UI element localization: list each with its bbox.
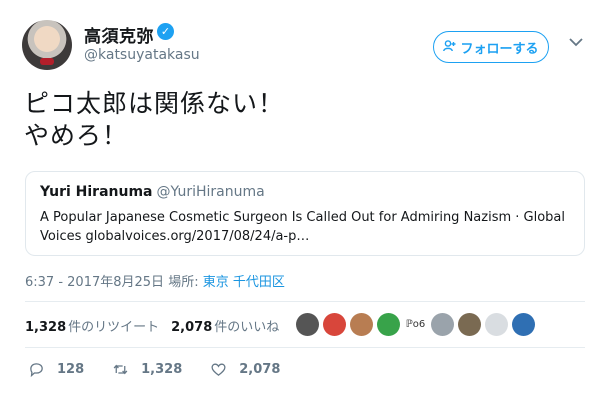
reply-count: 128: [57, 362, 85, 377]
like-count: 2,078: [239, 362, 281, 377]
reply-button[interactable]: 128: [28, 361, 84, 378]
liker-avatar[interactable]: ℙo6: [404, 313, 427, 336]
location-link[interactable]: 東京 千代田区: [203, 275, 285, 290]
tweet-timestamp[interactable]: 6:37 - 2017年8月25日: [25, 275, 164, 290]
liker-avatars: ℙo6: [296, 313, 535, 336]
liker-avatar[interactable]: [323, 313, 346, 336]
retweet-count: 1,328: [141, 362, 183, 377]
liker-avatar[interactable]: [296, 313, 319, 336]
likes-stat-count: 2,078: [171, 320, 213, 335]
likes-stat-label: 件のいいね: [214, 320, 280, 335]
heart-icon: [211, 363, 226, 376]
quoted-tweet-text: A Popular Japanese Cosmetic Surgeon Is C…: [40, 210, 565, 244]
retweets-stat[interactable]: 1,328 件のリツイート: [25, 316, 159, 335]
retweet-icon: [113, 364, 128, 375]
location-label: 場所:: [168, 275, 199, 290]
follow-button[interactable]: フォローする: [433, 31, 549, 63]
liker-avatar[interactable]: [377, 313, 400, 336]
liker-avatar[interactable]: [458, 313, 481, 336]
tweet-text-line-2: やめろ！: [24, 121, 129, 150]
quoted-author-handle: @YuriHiranuma: [156, 184, 265, 200]
tweet-text: ピコ太郎は関係ない！ やめろ！: [24, 88, 284, 152]
verified-badge-icon: ✓: [157, 23, 174, 40]
author-display-name[interactable]: 高須克弥: [84, 22, 154, 47]
quoted-tweet-author: Yuri Hiranuma @YuriHiranuma: [40, 184, 265, 200]
chevron-down-icon[interactable]: [569, 37, 583, 51]
reply-icon: [30, 363, 43, 378]
tweet-actions: 128 1,328 2,078: [28, 361, 308, 378]
engagement-stats: 1,328 件のリツイート 2,078 件のいいね: [25, 316, 279, 335]
follow-button-label: フォローする: [460, 41, 539, 57]
add-user-icon: [443, 39, 456, 55]
stats-divider-bottom: [25, 347, 585, 348]
liker-avatar[interactable]: [512, 313, 535, 336]
tweet-text-line-1: ピコ太郎は関係ない！: [24, 89, 285, 118]
likes-stat[interactable]: 2,078 件のいいね: [171, 316, 279, 335]
like-button[interactable]: 2,078: [210, 361, 280, 378]
liker-avatar[interactable]: [485, 313, 508, 336]
tweet-metadata: 6:37 - 2017年8月25日 場所: 東京 千代田区: [25, 271, 285, 290]
retweets-stat-count: 1,328: [25, 320, 67, 335]
liker-avatar[interactable]: [350, 313, 373, 336]
liker-avatar[interactable]: [431, 313, 454, 336]
quoted-author-name: Yuri Hiranuma: [40, 184, 153, 200]
author-handle[interactable]: @katsuyatakasu: [84, 47, 200, 63]
author-avatar[interactable]: [22, 20, 72, 70]
quoted-tweet-card[interactable]: Yuri Hiranuma @YuriHiranuma A Popular Jap…: [25, 171, 585, 256]
retweet-button[interactable]: 1,328: [112, 361, 182, 378]
retweets-stat-label: 件のリツイート: [68, 320, 160, 335]
stats-divider-top: [25, 301, 585, 302]
